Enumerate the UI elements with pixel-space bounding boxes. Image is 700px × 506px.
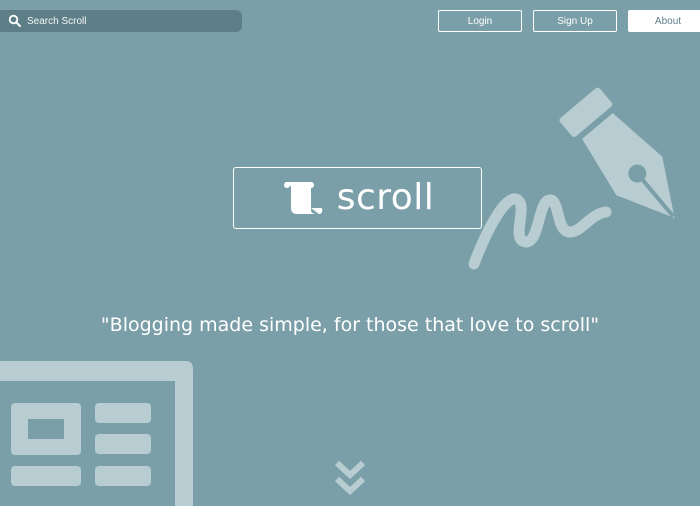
search-icon (8, 14, 21, 27)
search-bar[interactable] (0, 10, 242, 32)
login-button[interactable]: Login (438, 10, 522, 32)
brand-name: scroll (336, 177, 435, 218)
about-button[interactable]: About (628, 10, 700, 32)
search-input[interactable] (27, 15, 227, 27)
signup-button[interactable]: Sign Up (533, 10, 617, 32)
brand-logo: scroll (233, 167, 482, 229)
double-chevron-down-icon[interactable] (334, 460, 366, 496)
browser-layout-illustration (0, 361, 193, 506)
hero-tagline: "Blogging made simple, for those that lo… (100, 314, 600, 336)
fountain-pen-illustration (468, 87, 675, 270)
scroll-icon (283, 182, 323, 214)
